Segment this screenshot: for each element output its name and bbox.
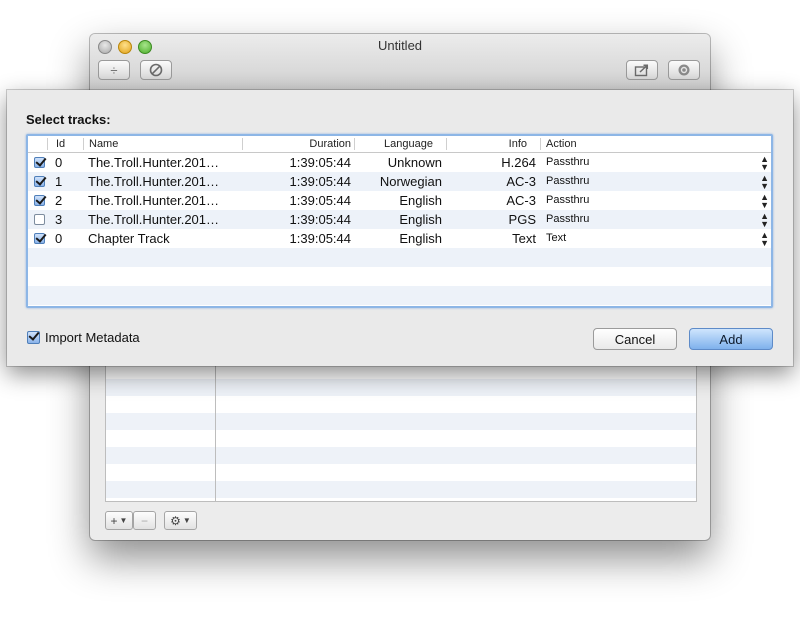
plus-icon: +	[110, 513, 118, 528]
track-duration: 1:39:05:44	[289, 231, 351, 246]
table-row[interactable]: 0 Chapter Track 1:39:05:44 English Text …	[28, 229, 771, 248]
table-row[interactable]: 2 The.Troll.Hunter.201… 1:39:05:44 Engli…	[28, 191, 771, 210]
table-row[interactable]: 0 The.Troll.Hunter.201… 1:39:05:44 Unkno…	[28, 153, 771, 172]
track-language: English	[399, 231, 442, 246]
up-down-arrows-icon: ▲ ▼	[760, 210, 769, 229]
window-title: Untitled	[377, 38, 423, 53]
track-action-popup[interactable]: Passthru ▲ ▼	[543, 191, 771, 210]
track-id: 0	[55, 231, 63, 246]
inspect-toolbar-button[interactable]	[668, 60, 700, 80]
track-id: 2	[55, 193, 63, 208]
action-menu-button[interactable]: ⚙ ▼	[164, 511, 197, 530]
table-row[interactable]: 3 The.Troll.Hunter.201… 1:39:05:44 Engli…	[28, 210, 771, 229]
track-id: 1	[55, 174, 63, 189]
track-checkbox[interactable]	[33, 195, 45, 206]
empty-row	[28, 267, 771, 286]
up-down-arrows-icon: ▲ ▼	[760, 153, 769, 172]
stop-toolbar-button[interactable]	[140, 60, 172, 80]
track-name: The.Troll.Hunter.201…	[88, 174, 220, 189]
track-action-popup[interactable]: Passthru ▲ ▼	[543, 210, 771, 229]
track-info: AC-3	[506, 174, 536, 189]
stop-icon	[149, 63, 163, 77]
import-metadata-checkbox[interactable]	[27, 331, 40, 344]
plus-minus-icon: ÷	[110, 62, 118, 78]
track-action-popup[interactable]: Passthru ▲ ▼	[543, 153, 771, 172]
track-checkbox[interactable]	[33, 214, 45, 225]
track-info: AC-3	[506, 193, 536, 208]
track-info: Text	[512, 231, 536, 246]
column-header-id[interactable]: Id	[53, 137, 68, 151]
up-down-arrows-icon: ▲ ▼	[760, 229, 769, 248]
minus-icon: −	[140, 513, 148, 528]
track-id: 0	[55, 155, 63, 170]
add-track-toolbar-button[interactable]: ÷	[98, 60, 130, 80]
track-action-popup[interactable]: Text ▲ ▼	[543, 229, 771, 248]
share-icon	[634, 64, 649, 77]
tracks-table[interactable]: Id Name Duration Language Info Action 0 …	[26, 134, 773, 308]
select-tracks-sheet: Select tracks: Id Name Duration Language…	[7, 90, 793, 366]
track-action-label: Passthru	[546, 194, 590, 206]
track-duration: 1:39:05:44	[289, 193, 351, 208]
track-action-label: Passthru	[546, 213, 590, 225]
track-action-label: Text	[546, 232, 567, 244]
track-action-label: Passthru	[546, 175, 590, 187]
remove-button[interactable]: −	[133, 511, 156, 530]
track-action-label: Passthru	[546, 156, 590, 168]
empty-row	[28, 248, 771, 267]
column-header-name[interactable]: Name	[86, 137, 121, 151]
track-checkbox[interactable]	[33, 176, 45, 187]
share-toolbar-button[interactable]	[626, 60, 658, 80]
track-language: Norwegian	[379, 174, 442, 189]
track-action-popup[interactable]: Passthru ▲ ▼	[543, 172, 771, 191]
track-name: The.Troll.Hunter.201…	[88, 193, 220, 208]
track-duration: 1:39:05:44	[289, 174, 351, 189]
track-duration: 1:39:05:44	[289, 212, 351, 227]
gear-icon: ⚙	[170, 513, 181, 528]
table-row[interactable]: 1 The.Troll.Hunter.201… 1:39:05:44 Norwe…	[28, 172, 771, 191]
column-header-action[interactable]: Action	[543, 137, 580, 151]
track-language: English	[399, 212, 442, 227]
track-name: Chapter Track	[88, 231, 170, 246]
track-name: The.Troll.Hunter.201…	[88, 155, 220, 170]
add-menu-button[interactable]: + ▼	[105, 511, 133, 530]
import-metadata-option[interactable]: Import Metadata	[27, 330, 140, 345]
column-header-duration[interactable]: Duration	[244, 137, 354, 151]
track-language: English	[399, 193, 442, 208]
up-down-arrows-icon: ▲ ▼	[760, 172, 769, 191]
track-checkbox[interactable]	[33, 157, 45, 168]
table-header: Id Name Duration Language Info Action	[28, 136, 771, 153]
track-name: The.Troll.Hunter.201…	[88, 212, 220, 227]
chevron-down-icon: ▼	[119, 516, 128, 525]
chevron-down-icon: ▼	[182, 516, 191, 525]
import-metadata-label: Import Metadata	[45, 330, 140, 345]
sheet-title: Select tracks:	[26, 112, 111, 127]
track-id: 3	[55, 212, 63, 227]
cancel-button[interactable]: Cancel	[593, 328, 677, 350]
track-duration: 1:39:05:44	[289, 155, 351, 170]
title-bar: Untitled ÷	[90, 34, 710, 91]
column-header-language[interactable]: Language	[356, 137, 445, 151]
track-info: H.264	[501, 155, 536, 170]
add-button[interactable]: Add	[689, 328, 773, 350]
empty-row	[28, 286, 771, 305]
search-icon	[678, 64, 690, 76]
column-header-info[interactable]: Info	[447, 137, 539, 151]
track-language: Unknown	[387, 155, 442, 170]
track-info: PGS	[508, 212, 536, 227]
up-down-arrows-icon: ▲ ▼	[760, 191, 769, 210]
track-checkbox[interactable]	[33, 233, 45, 244]
